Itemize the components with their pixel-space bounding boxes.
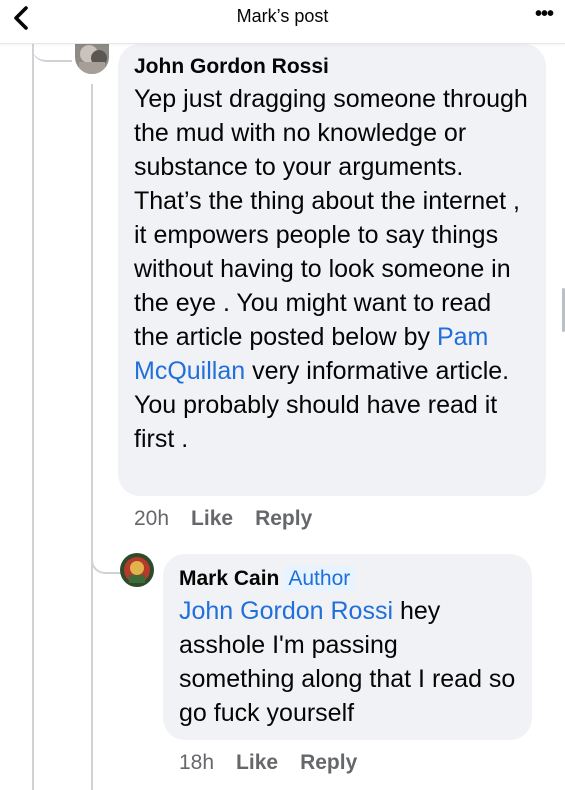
thread-connector bbox=[32, 44, 72, 62]
more-dots-icon: ••• bbox=[534, 3, 554, 25]
reply-author-line: Mark Cain Author bbox=[179, 566, 516, 592]
page-title: Mark’s post bbox=[236, 6, 329, 26]
reply-connector bbox=[91, 540, 121, 574]
profile-photo-icon bbox=[75, 44, 109, 74]
profile-photo-icon bbox=[120, 553, 154, 587]
reply-text: John Gordon Rossi hey asshole I'm passin… bbox=[179, 594, 516, 730]
comment-bubble: John Gordon Rossi Yep just dragging some… bbox=[118, 44, 546, 496]
mention-link[interactable]: John Gordon Rossi bbox=[179, 597, 393, 625]
avatar[interactable] bbox=[75, 44, 109, 74]
comment-author[interactable]: Mark Cain bbox=[179, 567, 279, 590]
outer-thread-line bbox=[32, 44, 34, 790]
author-badge: Author bbox=[283, 566, 356, 591]
reply-button[interactable]: Reply bbox=[300, 751, 357, 774]
comment-time: 20h bbox=[134, 507, 170, 530]
comment-text-part: Yep just dragging someone through the mu… bbox=[134, 85, 528, 351]
post-header: Mark’s post ••• bbox=[0, 0, 565, 44]
avatar[interactable] bbox=[120, 553, 154, 587]
more-options-button[interactable]: ••• bbox=[534, 3, 554, 25]
like-button[interactable]: Like bbox=[191, 507, 233, 530]
reply-actions: 18h Like Reply bbox=[179, 750, 379, 776]
like-button[interactable]: Like bbox=[236, 751, 278, 774]
comment-actions: 20h Like Reply bbox=[134, 506, 334, 532]
reply-bubble: Mark Cain Author John Gordon Rossi hey as… bbox=[163, 554, 532, 740]
comment-author[interactable]: John Gordon Rossi bbox=[134, 54, 530, 80]
inner-thread-line bbox=[91, 84, 93, 790]
comment-text: Yep just dragging someone through the mu… bbox=[134, 82, 530, 456]
reply-time: 18h bbox=[179, 751, 215, 774]
reply-button[interactable]: Reply bbox=[255, 507, 312, 530]
